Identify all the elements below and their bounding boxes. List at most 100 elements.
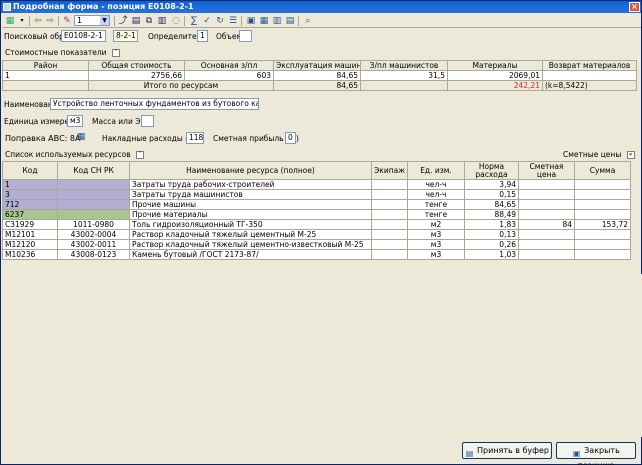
costs-row[interactable]: 1 2756,66 603 84,65 31,5 2069,01 bbox=[2, 70, 637, 81]
table-cell-snrk: 1011-0980 bbox=[57, 219, 130, 230]
column-header[interactable]: Норма расхода bbox=[464, 161, 519, 180]
table-cell-code: 3 bbox=[2, 189, 58, 200]
column-header[interactable]: Эксплуатация машин bbox=[273, 60, 361, 71]
column-header[interactable]: Район bbox=[2, 60, 89, 71]
volume-field[interactable] bbox=[239, 30, 252, 42]
hide-icon[interactable]: ◌ bbox=[170, 15, 182, 27]
table-cell: 84,65 bbox=[273, 70, 361, 81]
table-cell-price bbox=[518, 179, 575, 190]
table-cell: 2756,66 bbox=[88, 70, 185, 81]
close-window-button[interactable]: × bbox=[629, 2, 640, 12]
table-cell-price bbox=[518, 249, 575, 260]
list-icon[interactable]: ☰ bbox=[227, 15, 239, 27]
column-header[interactable]: Материалы bbox=[447, 60, 543, 71]
table-cell-snrk: 43002-0004 bbox=[57, 229, 130, 240]
columns-icon[interactable]: ▥ bbox=[271, 15, 283, 27]
copy-icon[interactable]: ⧉ bbox=[143, 15, 155, 27]
grid-icon[interactable]: ▦ bbox=[4, 15, 16, 27]
table-cell-sum bbox=[574, 179, 631, 190]
table-cell: 1 bbox=[2, 70, 89, 81]
column-header[interactable]: З/пл машинистов bbox=[360, 60, 448, 71]
abc-settings-icon[interactable]: ▦ bbox=[75, 131, 87, 143]
table-cell-sum bbox=[574, 239, 631, 250]
close-position-button[interactable]: ▣Закрыть позицию bbox=[556, 442, 636, 465]
table-cell-norm: 84,65 bbox=[464, 199, 519, 210]
table-cell-unit: чел-ч bbox=[407, 189, 465, 200]
name-field[interactable]: Устройство ленточных фундаментов из буто… bbox=[50, 98, 259, 110]
table-cell-norm: 0,13 bbox=[464, 229, 519, 240]
column-header[interactable]: Ед. изм. bbox=[407, 161, 465, 180]
table-cell-name: Затраты труда машинистов bbox=[129, 189, 372, 200]
column-header[interactable]: Сметная цена bbox=[518, 161, 575, 180]
table-cell-code: С31929 bbox=[2, 219, 58, 230]
app-icon bbox=[3, 3, 11, 11]
forward-arrow-icon[interactable]: ⇨ bbox=[44, 15, 56, 27]
search-field[interactable]: E0108-2-1 bbox=[61, 30, 106, 42]
level-select[interactable]: 1 ▼ bbox=[74, 15, 110, 26]
paste-icon[interactable]: ▥ bbox=[156, 15, 168, 27]
database-icon[interactable]: ▣ bbox=[245, 15, 257, 27]
table-row[interactable]: 6237 Прочие материалы тенге 88,49 bbox=[2, 209, 631, 220]
calc-icon[interactable]: ∑ bbox=[188, 15, 200, 27]
table-icon[interactable]: ▤ bbox=[130, 15, 142, 27]
overhead-field[interactable]: 118 bbox=[186, 132, 204, 144]
select-arrow-icon[interactable]: ▼ bbox=[100, 16, 109, 25]
prices-toggle[interactable]: Сметные цены « bbox=[563, 150, 635, 159]
table-cell-unit: тенге bbox=[407, 199, 465, 210]
back-arrow-icon[interactable]: ⇦ bbox=[32, 15, 44, 27]
unit-field[interactable]: м3 bbox=[67, 115, 83, 127]
table-cell-crew bbox=[371, 239, 408, 250]
collapse-icon[interactable]: ˄ bbox=[136, 151, 145, 159]
table-cell-snrk bbox=[57, 199, 130, 210]
column-header[interactable]: Экипаж bbox=[371, 161, 408, 180]
column-header[interactable]: Основная з/пл bbox=[184, 60, 274, 71]
table-cell-crew bbox=[371, 189, 408, 200]
table-row[interactable]: М12101 43002-0004 Раствор кладочный тяжелы… bbox=[2, 229, 631, 240]
table-cell-snrk: 43008-0123 bbox=[57, 249, 130, 260]
costs-section-header: Стоимостные показатели ˄ bbox=[5, 48, 120, 57]
pencil-icon[interactable]: ✎ bbox=[61, 15, 73, 27]
determinant-field[interactable]: 1 bbox=[197, 30, 208, 42]
profit-field[interactable]: 0 bbox=[285, 132, 296, 144]
table-row[interactable]: М12120 43002-0011 Раствор кладочный тяжелы… bbox=[2, 239, 631, 250]
table-cell-crew bbox=[371, 249, 408, 260]
table-cell-price bbox=[518, 229, 575, 240]
expand-left-icon[interactable]: « bbox=[626, 151, 635, 159]
table-row[interactable]: М10236 43008-0123 Камень бутовый /ГОСТ 217… bbox=[2, 249, 631, 260]
table-cell-crew bbox=[371, 199, 408, 210]
table-cell-norm: 0,15 bbox=[464, 189, 519, 200]
table-cell-name: Затраты труда рабочих-строителей bbox=[129, 179, 372, 190]
column-header[interactable]: Возврат материалов bbox=[542, 60, 637, 71]
table-row[interactable]: С31929 1011-0980 Толь гидроизоляционный ТГ… bbox=[2, 219, 631, 230]
column-header[interactable]: Код bbox=[2, 161, 58, 180]
table-cell-norm: 1,03 bbox=[464, 249, 519, 260]
table-cell-snrk bbox=[57, 179, 130, 190]
resources-title: Список используемых ресурсов bbox=[5, 150, 131, 159]
code-field[interactable]: 8-2-1 bbox=[113, 30, 138, 42]
table-row[interactable]: 1 Затраты труда рабочих-строителей чел-ч 3,… bbox=[2, 179, 631, 190]
table-cell-sum bbox=[574, 209, 631, 220]
costs-header-row: Район Общая стоимость Основная з/пл Эксп… bbox=[2, 60, 637, 71]
dropdown-arrow-icon[interactable]: ▾ bbox=[16, 15, 28, 27]
table-cell-norm: 0,26 bbox=[464, 239, 519, 250]
table-cell-norm: 88,49 bbox=[464, 209, 519, 220]
column-header[interactable]: Сумма bbox=[574, 161, 631, 180]
column-header[interactable]: Код СН РК bbox=[57, 161, 130, 180]
accept-to-buffer-button[interactable]: ▤ Принять в буфер bbox=[462, 442, 552, 459]
export-icon[interactable]: ⤴ bbox=[117, 15, 129, 27]
check-icon[interactable]: ✓ bbox=[201, 15, 213, 27]
table-row[interactable]: 3 Затраты труда машинистов чел-ч 0,15 bbox=[2, 189, 631, 200]
table-cell: 2069,01 bbox=[447, 70, 543, 81]
table-cell-snrk bbox=[57, 189, 130, 200]
table-cell-price bbox=[518, 239, 575, 250]
search-icon[interactable]: ⌕ bbox=[302, 15, 314, 27]
column-header[interactable]: Общая стоимость bbox=[88, 60, 185, 71]
table-grid-icon[interactable]: ▦ bbox=[258, 15, 270, 27]
rows-icon[interactable]: ▤ bbox=[284, 15, 296, 27]
column-header[interactable]: Наименование ресурса (полное) bbox=[129, 161, 372, 180]
resources-section-header: Список используемых ресурсов ˄ bbox=[5, 150, 145, 159]
collapse-icon[interactable]: ˄ bbox=[111, 49, 120, 57]
refresh-icon[interactable]: ↻ bbox=[214, 15, 226, 27]
mass-field[interactable] bbox=[141, 115, 154, 127]
table-row[interactable]: 712 Прочие машины тенге 84,65 bbox=[2, 199, 631, 210]
